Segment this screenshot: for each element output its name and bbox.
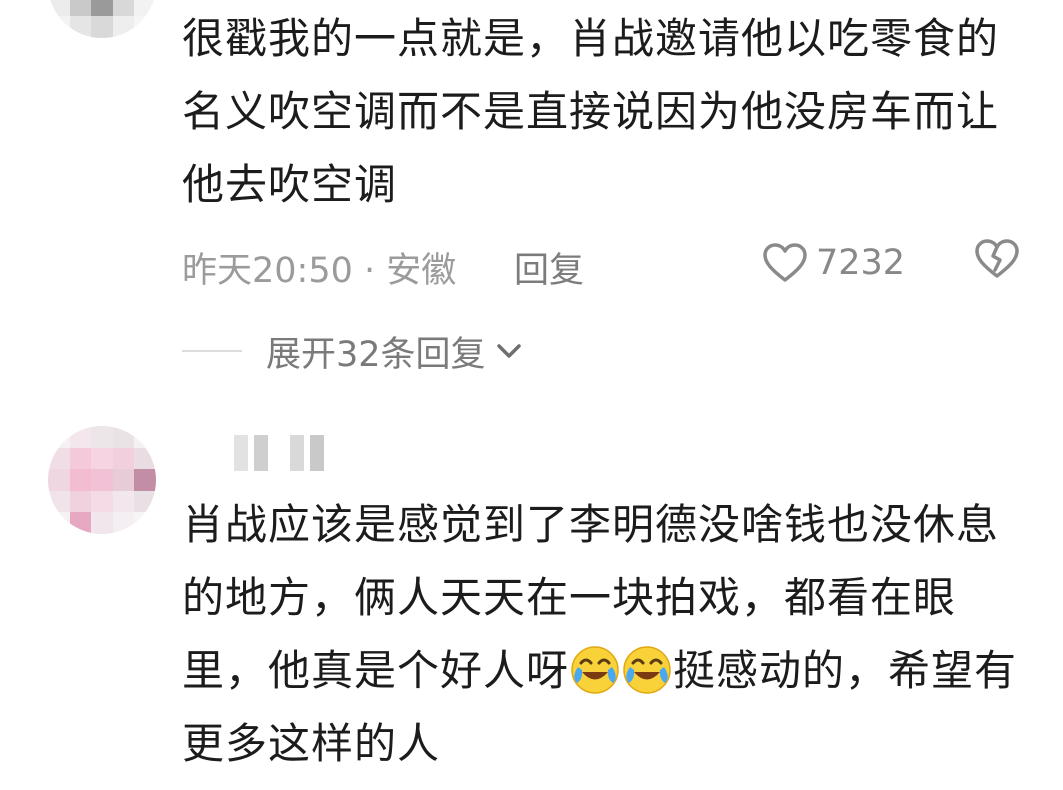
avatar[interactable] <box>48 426 156 534</box>
crying-laughing-emoji-icon <box>623 646 671 694</box>
comment-2: 肖战应该是感觉到了李明德没啥钱也没休息的地方，俩人天天在一块拍戏，都看在眼里，他… <box>0 0 1063 790</box>
comment-text: 肖战应该是感觉到了李明德没啥钱也没休息的地方，俩人天天在一块拍戏，都看在眼里，他… <box>182 488 1032 780</box>
crying-laughing-emoji-icon <box>571 646 619 694</box>
username-redacted <box>234 435 324 471</box>
